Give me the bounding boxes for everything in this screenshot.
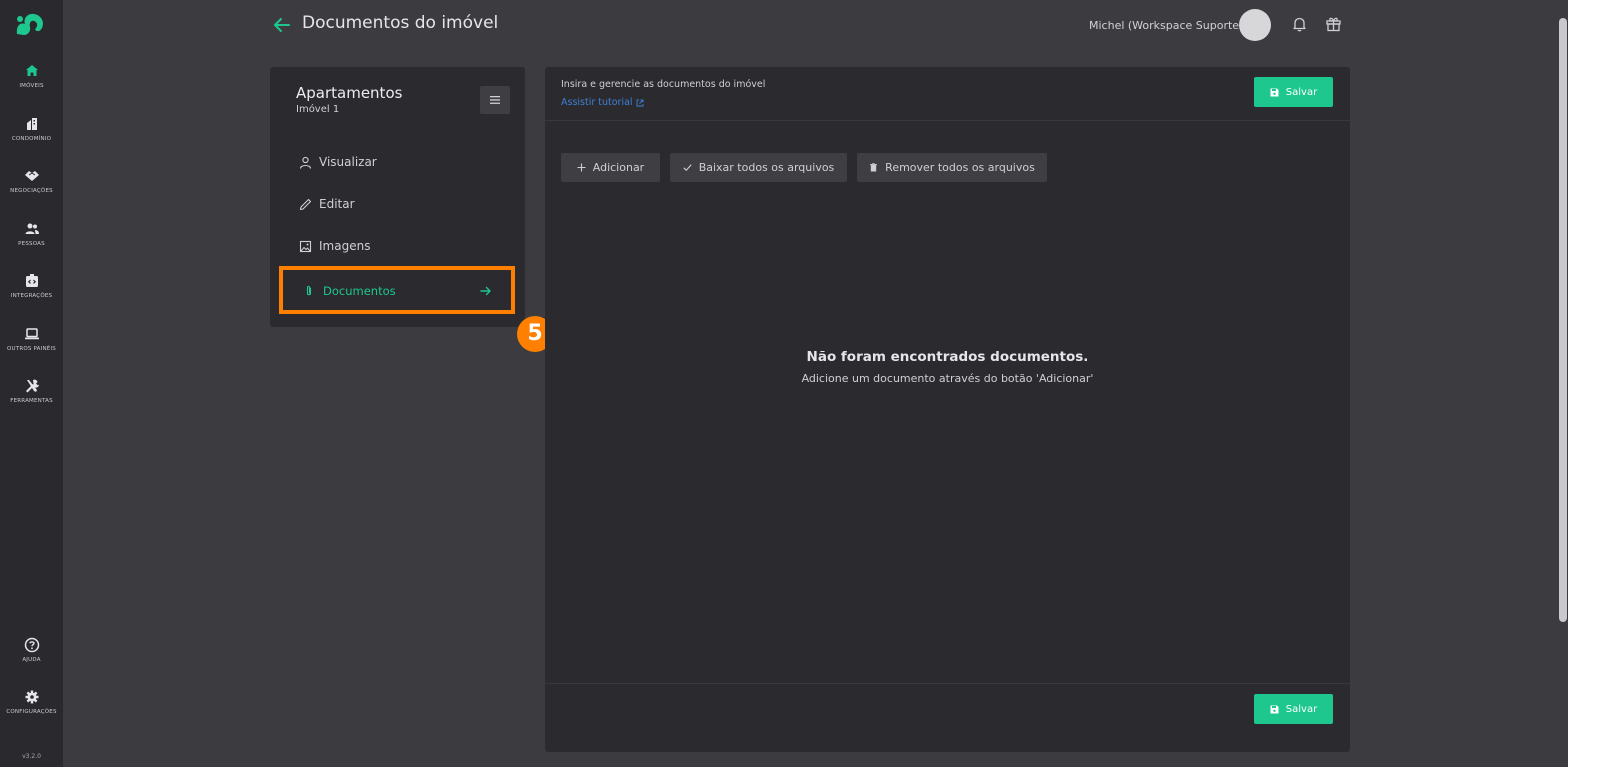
download-all-button[interactable]: Baixar todos os arquivos: [670, 153, 847, 182]
trash-icon: [870, 163, 878, 172]
divider: [545, 683, 1350, 684]
add-button[interactable]: Adicionar: [561, 153, 660, 182]
page-title: Documentos do imóvel: [302, 13, 499, 33]
property-title: Apartamentos: [296, 84, 403, 102]
nav-item-negociacoes[interactable]: NEGOCIAÇÕES: [0, 168, 63, 212]
add-label: Adicionar: [592, 161, 645, 174]
menu-item-documentos[interactable]: Documentos: [279, 266, 515, 314]
download-all-label: Baixar todos os arquivos: [698, 161, 835, 174]
documents-card: Insira e gerencie as documentos do imóve…: [545, 67, 1350, 752]
user-icon: [299, 156, 312, 169]
empty-state-title: Não foram encontrados documentos.: [806, 349, 1089, 365]
tutorial-link-label: Assistir tutorial: [561, 97, 633, 108]
save-button-top[interactable]: Salvar: [1254, 77, 1333, 107]
pencil-icon: [299, 198, 312, 210]
property-card: Apartamentos Imóvel 1 Visualizar Editar …: [270, 67, 525, 327]
remove-all-button[interactable]: Remover todos os arquivos: [857, 153, 1047, 182]
nav-item-integracoes[interactable]: INTEGRAÇÕES: [0, 273, 63, 317]
building-icon: [26, 118, 37, 130]
nav-item-pessoas[interactable]: PESSOAS: [0, 221, 63, 265]
empty-state-subtitle: Adicione um documento através do botão '…: [801, 372, 1094, 385]
nav-item-configuracoes[interactable]: CONFIGURAÇÕES: [0, 689, 63, 733]
menu-item-label: Imagens: [319, 239, 371, 253]
nav-label: IMÓVEIS: [19, 83, 44, 89]
menu-item-editar[interactable]: Editar: [299, 194, 355, 214]
menu-item-label: Editar: [319, 197, 355, 211]
people-icon: [25, 223, 39, 234]
tutorial-link[interactable]: Assistir tutorial: [561, 97, 644, 108]
scrollbar-thumb[interactable]: [1559, 18, 1567, 622]
check-icon: [683, 164, 692, 171]
nav-label: FERRAMENTAS: [10, 398, 53, 404]
menu-item-documentos-label: Documentos: [303, 284, 396, 298]
menu-item-label: Documentos: [323, 284, 396, 298]
menu-item-imagens[interactable]: Imagens: [299, 236, 370, 256]
property-subtitle: Imóvel 1: [296, 104, 340, 115]
external-link-icon: [636, 99, 644, 106]
home-icon: [25, 65, 38, 76]
app-version: v3.2.0: [22, 753, 41, 760]
nav-label: CONFIGURAÇÕES: [6, 709, 57, 715]
bell-icon[interactable]: [1292, 16, 1307, 32]
nav-item-condominio[interactable]: CONDOMÍNIO: [0, 116, 63, 160]
image-icon: [299, 240, 312, 252]
menu-item-label: Visualizar: [319, 155, 377, 169]
menu-item-visualizar[interactable]: Visualizar: [299, 152, 377, 172]
gear-icon: [25, 690, 38, 704]
nav-label: INTEGRAÇÕES: [10, 293, 53, 299]
help-icon: [24, 637, 39, 653]
floppy-disk-icon: [1270, 88, 1279, 96]
nav-label: PESSOAS: [18, 241, 45, 247]
plus-icon: [577, 163, 586, 172]
laptop-icon: [24, 328, 39, 340]
nav-item-imoveis[interactable]: IMÓVEIS: [0, 63, 63, 107]
avatar[interactable]: [1239, 9, 1271, 41]
hamburger-icon: [490, 96, 500, 104]
handshake-icon: [24, 171, 39, 181]
gift-icon[interactable]: [1325, 15, 1342, 32]
user-name[interactable]: Michel (Workspace Suporte): [1089, 19, 1243, 32]
menu-button[interactable]: [480, 86, 510, 114]
nav-item-outros-paineis[interactable]: OUTROS PAINÉIS: [0, 326, 63, 370]
save-label: Salvar: [1285, 86, 1318, 98]
documents-description: Insira e gerencie as documentos do imóve…: [561, 79, 766, 90]
nav-label: AJUDA: [22, 657, 41, 663]
divider: [545, 120, 1350, 121]
back-arrow-icon[interactable]: [272, 15, 292, 35]
tools-icon: [25, 379, 39, 393]
nav-label: CONDOMÍNIO: [11, 136, 52, 142]
remove-all-label: Remover todos os arquivos: [885, 161, 1035, 174]
nav-label: OUTROS PAINÉIS: [7, 346, 56, 352]
arrow-right-icon: [480, 286, 491, 296]
main-nav: IMÓVEIS CONDOMÍNIO NEGOCIAÇÕES PESSOAS I…: [0, 0, 63, 767]
nav-item-ajuda[interactable]: AJUDA: [0, 637, 63, 681]
save-label: Salvar: [1285, 703, 1318, 715]
nav-item-ferramentas[interactable]: FERRAMENTAS: [0, 378, 63, 422]
integration-icon: [25, 274, 38, 287]
logo-icon[interactable]: [14, 10, 48, 38]
save-button-bottom[interactable]: Salvar: [1254, 694, 1333, 724]
nav-label: NEGOCIAÇÕES: [10, 188, 53, 194]
floppy-disk-icon: [1270, 705, 1279, 713]
paperclip-icon: [306, 285, 312, 296]
page-gutter: [1568, 0, 1600, 767]
